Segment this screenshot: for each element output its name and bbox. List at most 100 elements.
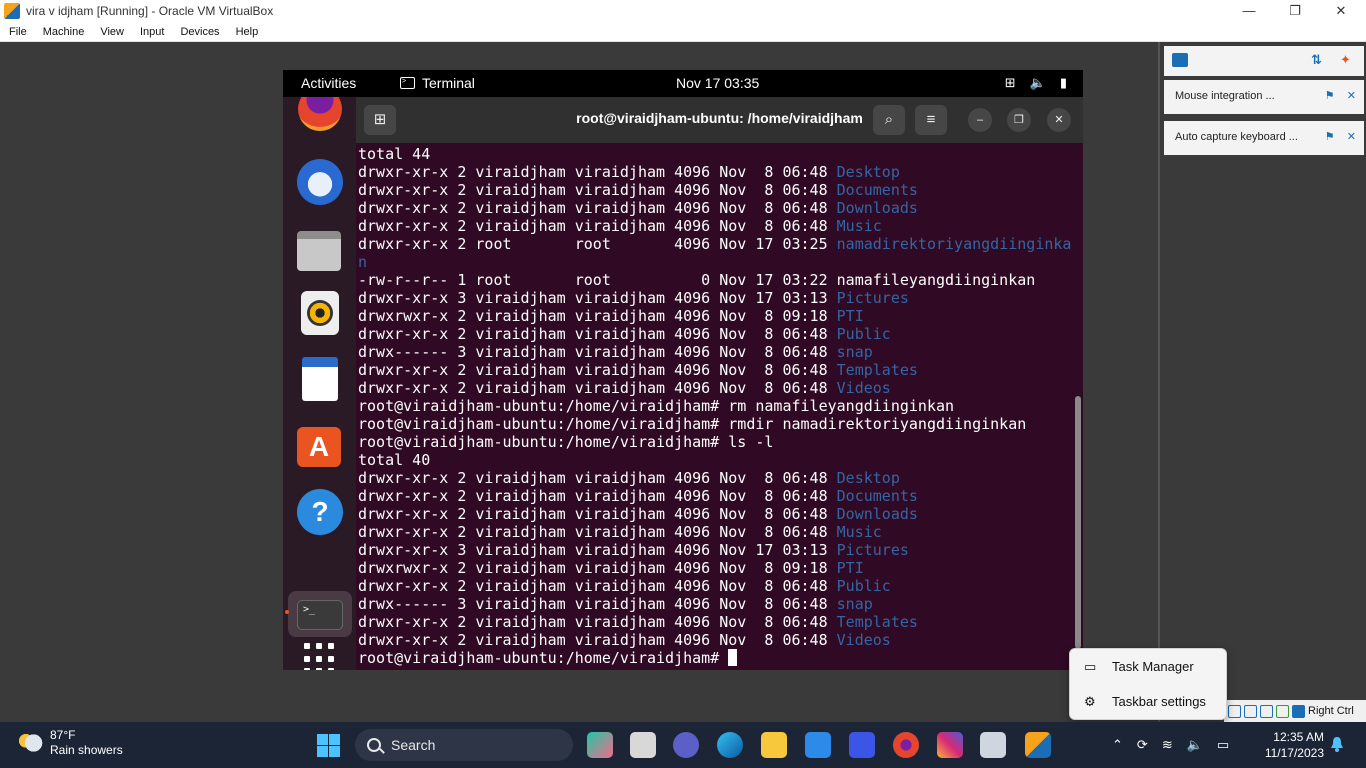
mail-icon[interactable] [805, 732, 831, 758]
optical-drive-icon[interactable] [1244, 704, 1257, 718]
hamburger-menu-icon[interactable]: ≡ [915, 105, 947, 135]
terminal-close-button[interactable]: ✕ [1047, 108, 1071, 132]
files-icon [297, 231, 341, 271]
copilot-icon[interactable] [587, 732, 613, 758]
notification-label: Mouse integration ... [1175, 90, 1275, 102]
guest-screen[interactable]: Activities > Terminal Nov 17 03:35 ⊞ 🔈 ▮… [283, 70, 1083, 670]
search-icon [367, 738, 381, 752]
clock-time: 12:35 AM [1273, 730, 1324, 744]
guest-system-tray[interactable]: ⊞ 🔈 ▮ [1005, 75, 1067, 91]
directory-name: Downloads [836, 199, 918, 217]
activities-button[interactable]: Activities [301, 75, 356, 91]
notification-center-icon[interactable] [1172, 53, 1188, 67]
terminal-text-segment: drwxr-xr-x 2 viraidjham viraidjham 4096 … [358, 199, 837, 217]
notification-auto-capture-keyboard[interactable]: Auto capture keyboard ... ⚑ ✕ [1164, 121, 1364, 155]
terminal-text-segment: drwxr-xr-x 2 viraidjham viraidjham 4096 … [358, 379, 837, 397]
menu-machine[interactable]: Machine [34, 26, 92, 38]
notification-mouse-integration[interactable]: Mouse integration ... ⚑ ✕ [1164, 80, 1364, 114]
instagram-icon[interactable] [937, 732, 963, 758]
sort-icon[interactable]: ⇅ [1311, 52, 1322, 68]
dock-rhythmbox[interactable] [297, 291, 343, 337]
maximize-button[interactable]: ❐ [1272, 0, 1318, 22]
dock-help[interactable]: ? [297, 489, 343, 535]
show-apps-grid-icon[interactable] [304, 643, 336, 670]
terminal-maximize-button[interactable]: ❐ [1007, 108, 1031, 132]
terminal-text-segment: root@viraidjham-ubuntu:/home/viraidjham#… [358, 433, 774, 451]
terminal-line: root@viraidjham-ubuntu:/home/viraidjham# [358, 649, 1071, 667]
menu-item-taskbar-settings[interactable]: ⚙ Taskbar settings [1084, 694, 1206, 709]
battery-icon: ▮ [1059, 75, 1067, 90]
terminal-body[interactable]: total 44 drwxr-xr-x 2 viraidjham viraidjh… [356, 143, 1083, 670]
terminal-line: drwxr-xr-x 2 viraidjham viraidjham 4096 … [358, 217, 1071, 235]
clear-all-icon[interactable]: ✦ [1340, 52, 1351, 68]
speaker-icon[interactable]: 🔈 [1187, 737, 1203, 753]
network-adapter-icon[interactable] [1260, 704, 1273, 718]
app-menu-label: Terminal [422, 75, 475, 91]
directory-name: PTI [836, 559, 864, 577]
menu-item-task-manager[interactable]: ▭ Task Manager [1084, 659, 1194, 674]
terminal-line: drwxr-xr-x 2 viraidjham viraidjham 4096 … [358, 469, 1071, 487]
vbox-notification-panel: ⇅ ✦ Mouse integration ... ⚑ ✕ Auto captu… [1158, 42, 1366, 722]
thunderbird-icon [297, 159, 343, 205]
refresh-icon[interactable]: ⟳ [1137, 737, 1148, 753]
menu-view[interactable]: View [91, 26, 131, 38]
dock-app-center[interactable]: A [297, 423, 343, 469]
terminal-minimize-button[interactable]: – [968, 108, 992, 132]
virtualbox-vm-icon[interactable] [1025, 732, 1051, 758]
wifi-icon[interactable]: ≋ [1162, 737, 1173, 753]
taskbar-clock[interactable]: 12:35 AM 11/17/2023 [1258, 729, 1324, 761]
dock-thunderbird[interactable] [297, 159, 343, 205]
hard-disk-icon[interactable] [1228, 704, 1241, 718]
menu-help[interactable]: Help [227, 26, 266, 38]
meet-icon[interactable] [673, 732, 699, 758]
taskbar-search[interactable]: Search [355, 729, 573, 761]
terminal-text-segment: total 40 [358, 451, 431, 469]
dismiss-icon[interactable]: ✕ [1347, 90, 1356, 102]
directory-name: Desktop [836, 469, 900, 487]
dismiss-icon[interactable]: ✕ [1347, 131, 1356, 143]
terminal-headerbar: ⊞ root@viraidjham-ubuntu: /home/viraidjh… [356, 97, 1083, 143]
terminal-line: drwxr-xr-x 2 root root 4096 Nov 17 03:25… [358, 235, 1071, 253]
virtualbox-cube-icon[interactable] [980, 732, 1006, 758]
start-button[interactable] [317, 734, 340, 757]
task-view-icon[interactable] [630, 732, 656, 758]
firefox-icon[interactable] [893, 732, 919, 758]
pin-icon[interactable]: ⚑ [1325, 90, 1335, 102]
terminal-text-segment: drwxr-xr-x 2 viraidjham viraidjham 4096 … [358, 163, 837, 181]
dock-libreoffice-writer[interactable] [297, 357, 343, 403]
notification-bell-icon[interactable] [1330, 736, 1344, 752]
menu-input[interactable]: Input [131, 26, 171, 38]
terminal-scrollbar[interactable] [1075, 396, 1081, 649]
terminal-text-segment: drwxr-xr-x 2 viraidjham viraidjham 4096 … [358, 613, 837, 631]
menu-file[interactable]: File [0, 26, 34, 38]
terminal-text-segment: drwxr-xr-x 2 viraidjham viraidjham 4096 … [358, 181, 837, 199]
search-icon[interactable]: ⌕ [873, 105, 905, 135]
edge-icon[interactable] [717, 732, 743, 758]
system-tray: ⌃ ⟳ ≋ 🔈 ▭ [1112, 722, 1229, 768]
windows-taskbar: 87°F Rain showers Search ⌃ ⟳ ≋ 🔈 ▭ 12:35… [0, 722, 1366, 768]
close-button[interactable]: ✕ [1318, 0, 1364, 22]
app-menu-terminal[interactable]: > Terminal [400, 75, 475, 91]
terminal-text-segment: drwxr-xr-x 2 viraidjham viraidjham 4096 … [358, 487, 837, 505]
battery-icon[interactable]: ▭ [1217, 737, 1229, 753]
rain-cloud-icon [18, 732, 44, 754]
terminal-line: drwxr-xr-x 2 viraidjham viraidjham 4096 … [358, 325, 1071, 343]
dock-files[interactable] [297, 227, 343, 273]
terminal-output[interactable]: total 44 drwxr-xr-x 2 viraidjham viraidjh… [358, 145, 1071, 667]
directory-name: Videos [836, 631, 891, 649]
file-explorer-icon[interactable] [761, 732, 787, 758]
guest-clock[interactable]: Nov 17 03:35 [676, 75, 759, 91]
dock-firefox[interactable] [297, 97, 343, 137]
menu-devices[interactable]: Devices [171, 26, 226, 38]
terminal-text-segment: drwxr-xr-x 2 root root 4096 Nov 17 03:25 [358, 235, 837, 253]
terminal-text-segment: drwxr-xr-x 2 viraidjham viraidjham 4096 … [358, 469, 837, 487]
minimize-button[interactable]: — [1226, 0, 1272, 22]
dock-terminal[interactable]: >_ [297, 600, 343, 630]
pin-icon[interactable]: ⚑ [1325, 131, 1335, 143]
terminal-line: drwxrwxr-x 2 viraidjham viraidjham 4096 … [358, 307, 1071, 325]
mouse-capture-icon[interactable] [1292, 704, 1305, 718]
chevron-up-icon[interactable]: ⌃ [1112, 737, 1123, 753]
usb-icon[interactable] [1276, 704, 1289, 718]
app-m-icon[interactable] [849, 732, 875, 758]
weather-widget[interactable]: 87°F Rain showers [18, 728, 123, 758]
